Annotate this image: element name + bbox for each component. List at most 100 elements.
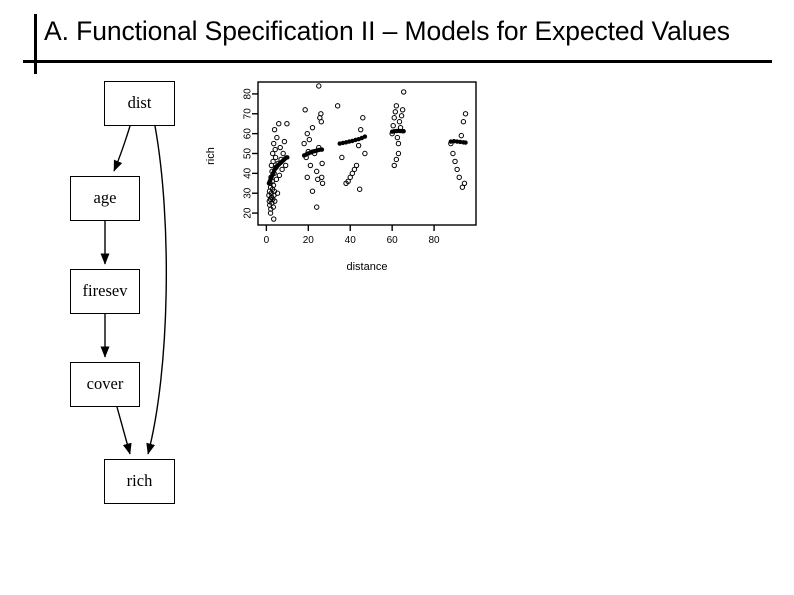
observed-point [362,150,368,157]
observed-point [313,204,320,210]
x-axis: 0 20 40 60 80 [264,225,440,246]
observed-point [454,166,460,173]
node-rich[interactable]: rich [104,459,175,504]
observed-point [391,162,397,169]
expected-point [362,134,368,139]
observed-point [280,150,286,157]
x-axis-title: distance [347,261,388,273]
scatter-plot-svg: 20304050607080 0 20 40 60 80 rich distance [205,81,477,273]
y-tick-label: 30 [243,187,254,199]
observed-point [400,89,407,95]
x-tick-label: 20 [303,235,315,246]
observed-point [313,168,320,175]
observed-point [271,216,277,222]
observed-point [318,119,325,125]
edge-cover-to-rich [116,406,132,455]
observed-point [316,83,322,89]
y-axis: 20 30 40 50 60 70 80 [243,88,258,219]
observed-point [319,160,325,167]
y-tick-label: 60 [243,128,254,140]
node-dist[interactable]: dist [104,81,175,126]
expected-point [319,147,325,152]
observed-point [307,162,314,169]
observed-point [277,144,283,151]
observed-point [393,156,400,163]
y-tick-label: 20 [243,207,254,219]
observed-point [309,188,316,194]
scatter-plot-figure: 20 30 40 50 60 70 80 0 20 40 60 80 rich distance [200,72,490,282]
y-tick-label: 80 [243,88,254,100]
node-rich-label: rich [126,471,153,491]
observed-point [304,174,310,181]
expected-point [285,155,290,160]
observed-point [395,140,402,147]
observed-point [462,111,469,117]
observed-point [358,126,364,133]
observed-point [395,150,402,157]
observed-point [390,122,396,129]
observed-point [356,186,363,192]
y-tick-label: 40 [243,167,254,179]
node-cover[interactable]: cover [70,362,140,407]
y-tick-label: 70 [243,108,254,120]
data-points-expected [266,128,468,186]
edge-dist-to-rich [146,125,167,455]
node-firesev-label: firesev [82,281,128,301]
observed-point [276,172,283,179]
slide-title: A. Functional Specification II – Models … [44,16,730,46]
observed-point [304,130,310,137]
x-tick-label: 80 [429,235,441,246]
observed-point [392,109,398,115]
expected-point [401,129,406,134]
observed-point [273,176,280,183]
observed-point [279,166,285,173]
observed-point [284,121,290,127]
observed-point [309,124,316,131]
observed-point [394,134,401,141]
observed-point [398,113,405,119]
observed-point [272,154,279,161]
observed-point [391,115,397,121]
path-diagram: dist age firesev cover rich [0,70,210,530]
observed-point [271,126,278,133]
observed-point [339,154,345,161]
observed-point [452,158,458,165]
observed-point [399,107,406,113]
data-points-observed [266,83,469,222]
edge-dist-to-age [113,125,131,172]
node-age-label: age [93,188,117,208]
observed-point [276,121,282,127]
title-underline-rule [23,60,772,63]
observed-point [306,136,313,143]
observed-point [459,184,466,190]
node-cover-label: cover [86,374,124,394]
observed-point [272,146,278,153]
observed-point [456,174,462,181]
observed-point [353,162,360,169]
observed-point [355,142,362,149]
observed-point [282,162,289,169]
node-age[interactable]: age [70,176,140,221]
observed-point [319,174,325,181]
x-tick-label: 40 [345,235,357,246]
x-tick-label: 60 [387,235,399,246]
expected-point [463,140,468,145]
observed-point [281,138,288,145]
observed-point [271,140,277,147]
observed-point [302,107,308,113]
observed-point [360,115,366,121]
x-tick-label: 0 [264,235,270,246]
observed-point [301,140,307,147]
node-firesev[interactable]: firesev [70,269,140,314]
observed-point [393,103,400,109]
title-vertical-tick [34,14,37,74]
observed-point [274,134,280,141]
observed-point [334,103,341,109]
observed-point [458,132,465,139]
observed-point [396,119,403,125]
y-tick-label: 50 [243,148,254,160]
node-dist-label: dist [127,93,152,113]
observed-point [460,119,467,125]
observed-point [450,150,456,157]
observed-point [319,180,326,186]
